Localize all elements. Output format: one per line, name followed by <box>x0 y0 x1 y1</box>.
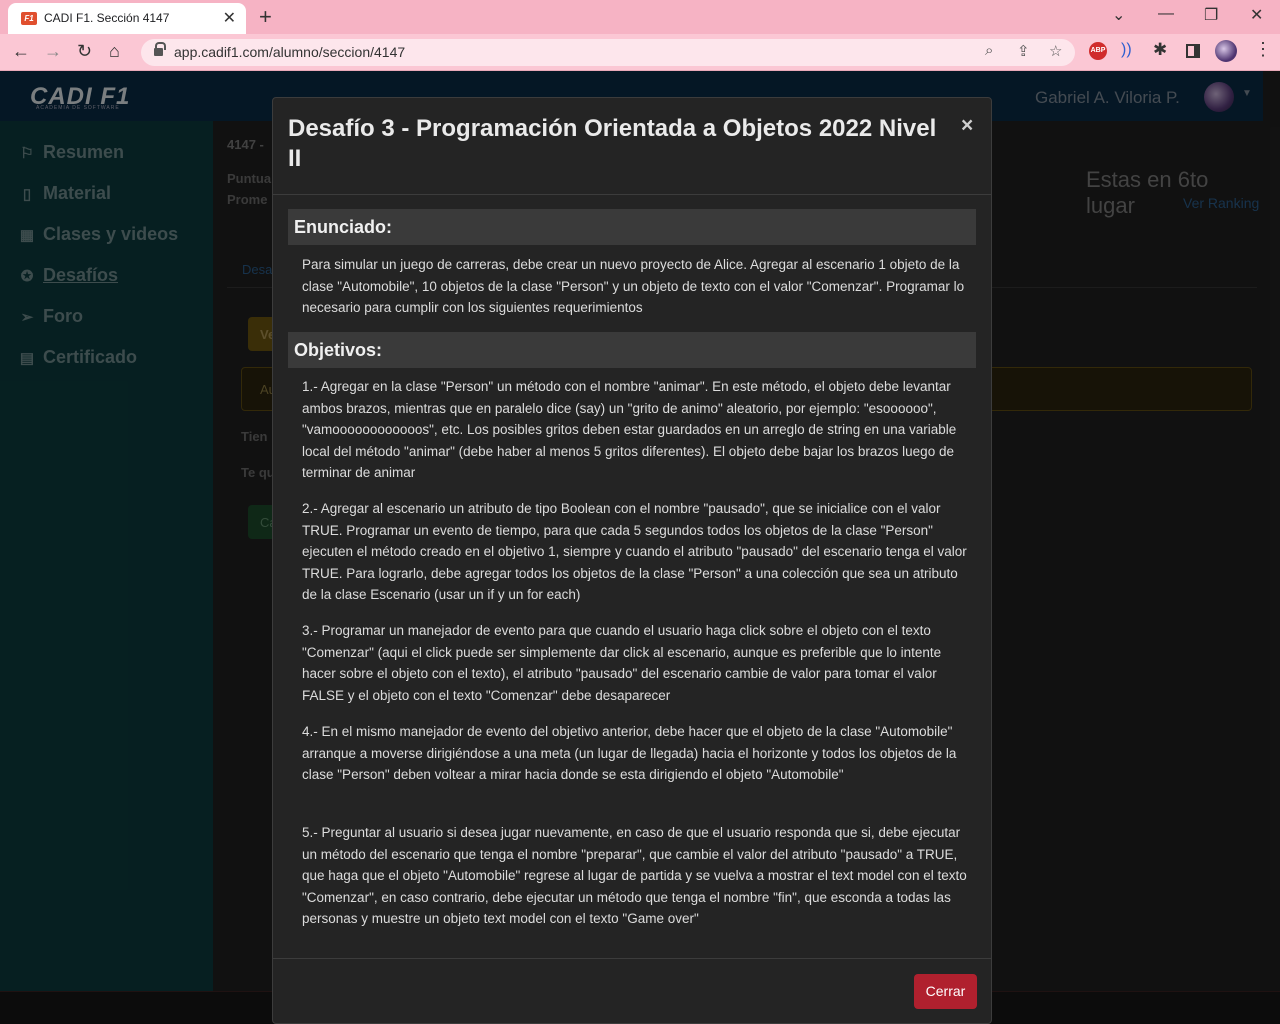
tab-close-icon[interactable]: ✕ <box>223 8 236 28</box>
tab-title: CADI F1. Sección 4147 <box>44 11 170 25</box>
lock-icon <box>154 42 166 57</box>
modal-footer-divider <box>273 958 991 959</box>
reload-icon[interactable]: ↻ <box>77 41 92 62</box>
objetivo-item: 4.- En el mismo manejador de evento del … <box>302 724 957 783</box>
browser-tab[interactable]: F1 CADI F1. Sección 4147 ✕ <box>8 3 246 34</box>
bookmark-star-icon[interactable]: ☆ <box>1049 42 1062 60</box>
browser-toolbar: ← → ↻ ⌂ app.cadif1.com/alumno/seccion/41… <box>0 34 1280 71</box>
profile-avatar-icon[interactable] <box>1215 40 1237 62</box>
address-bar[interactable]: app.cadif1.com/alumno/seccion/4147 ⌕ ⇪ ☆ <box>141 39 1075 66</box>
challenge-modal: Desafío 3 - Programación Orientada a Obj… <box>272 97 992 1024</box>
cadi-favicon-icon: F1 <box>21 12 37 25</box>
objetivo-item: 1.- Agregar en la clase "Person" un méto… <box>302 379 957 481</box>
home-icon[interactable]: ⌂ <box>109 41 120 62</box>
browser-tabstrip: F1 CADI F1. Sección 4147 ✕ + ⌄ — ❐ ✕ <box>0 0 1280 34</box>
extension-wave-icon[interactable]: )) <box>1121 41 1132 59</box>
adblock-icon[interactable]: ABP <box>1089 42 1107 60</box>
restore-icon[interactable]: ❐ <box>1204 5 1218 25</box>
side-panel-icon[interactable] <box>1186 44 1200 58</box>
minimize-icon[interactable]: — <box>1158 5 1174 23</box>
modal-header-divider <box>273 194 991 195</box>
extensions-puzzle-icon[interactable]: ✱ <box>1153 40 1167 60</box>
modal-close-icon[interactable]: × <box>961 114 973 138</box>
enunciado-text: Para simular un juego de carreras, debe … <box>302 257 965 316</box>
objetivo-item: 3.- Programar un manejador de evento par… <box>302 623 942 703</box>
new-tab-icon[interactable]: + <box>259 4 272 30</box>
share-icon[interactable]: ⇪ <box>1017 42 1030 60</box>
objetivo-item: 2.- Agregar al escenario un atributo de … <box>302 501 967 603</box>
close-button[interactable]: Cerrar <box>914 974 977 1009</box>
kebab-menu-icon[interactable]: ⋮ <box>1254 39 1272 60</box>
back-icon[interactable]: ← <box>12 41 30 62</box>
url-text: app.cadif1.com/alumno/seccion/4147 <box>174 44 406 60</box>
objetivo-item: 5.- Preguntar al usuario si desea jugar … <box>302 825 967 927</box>
window-close-icon[interactable]: ✕ <box>1250 5 1263 25</box>
tab-search-icon[interactable]: ⌄ <box>1112 5 1125 25</box>
modal-title: Desafío 3 - Programación Orientada a Obj… <box>288 115 937 172</box>
zoom-icon[interactable]: ⌕ <box>985 42 993 59</box>
forward-icon[interactable]: → <box>44 41 62 62</box>
objetivos-heading: Objetivos: <box>288 332 976 368</box>
enunciado-heading: Enunciado: <box>288 209 976 245</box>
